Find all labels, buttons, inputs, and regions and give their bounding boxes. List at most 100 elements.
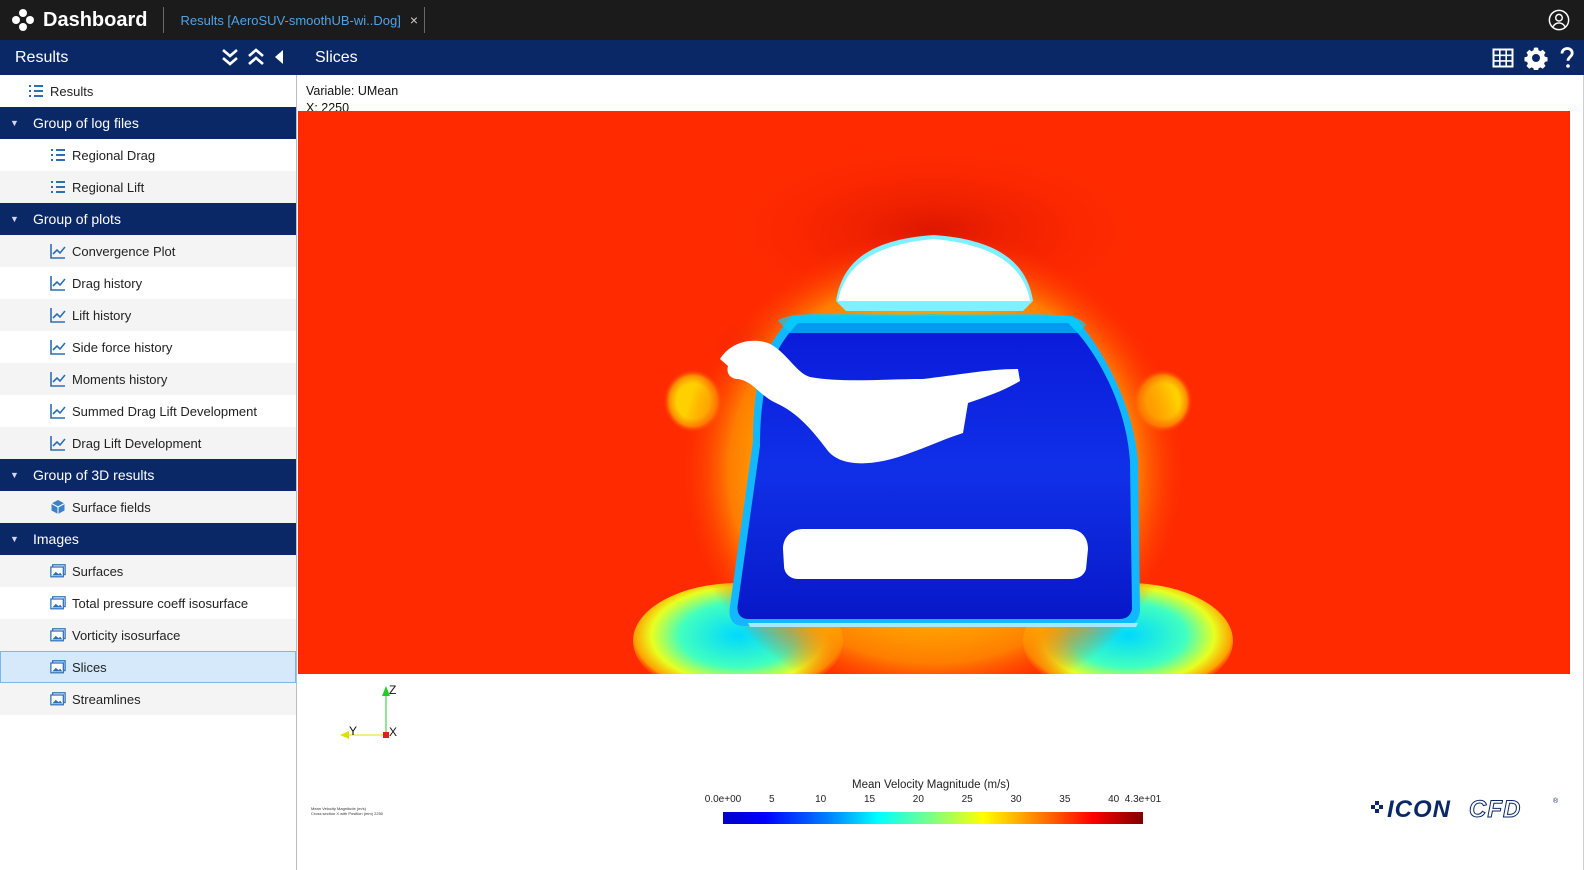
legend-tick-label: 35 xyxy=(1059,794,1071,805)
caret-down-icon[interactable]: ▼ xyxy=(10,118,33,128)
tree-item-total-pressure[interactable]: Total pressure coeff isosurface xyxy=(0,587,296,619)
triangle-left-icon[interactable] xyxy=(273,47,285,67)
results-tab[interactable]: Results [AeroSUV-smoothUB-wi..Dog] × xyxy=(172,0,424,40)
legend-tick-label: 10 xyxy=(815,794,827,805)
tree-item-label: Lift history xyxy=(72,307,132,323)
tree-item-label: Moments history xyxy=(72,371,168,387)
caption-line: Cross section X with Position (mm) 2250 xyxy=(311,811,384,816)
divider xyxy=(424,7,426,33)
tree-item-regional-drag[interactable]: Regional Drag xyxy=(0,139,296,171)
cube-icon xyxy=(51,500,65,514)
legend-tick-label: 0.0e+00 xyxy=(704,794,742,805)
tree-item-label: Streamlines xyxy=(72,691,141,707)
image-icon xyxy=(50,628,66,642)
velocity-slice-image xyxy=(298,111,1570,674)
tree-item-moments-history[interactable]: Moments history xyxy=(0,363,296,395)
dashboard-nodes-icon xyxy=(12,9,34,31)
logo-text-cfd: CFD xyxy=(1469,796,1521,821)
orientation-axes: Z Y X xyxy=(340,683,397,739)
image-icon xyxy=(50,596,66,610)
navbar: Results Slices xyxy=(0,40,1584,75)
tree-item-label: Drag Lift Development xyxy=(72,435,202,451)
group-label: Group of plots xyxy=(33,211,121,227)
line-chart-icon xyxy=(50,372,66,387)
group-label: Images xyxy=(33,531,79,547)
tree-item-slices[interactable]: Slices xyxy=(0,651,296,683)
tree-item-label: Convergence Plot xyxy=(72,243,176,259)
caret-down-icon[interactable]: ▼ xyxy=(10,470,33,480)
tree-item-drag-history[interactable]: Drag history xyxy=(0,267,296,299)
image-viewer[interactable]: Variable: UMean X: 2250 Z Y X Mean Veloc… xyxy=(298,75,1584,870)
tree-item-lift-history[interactable]: Lift history xyxy=(0,299,296,331)
tree-item-vorticity[interactable]: Vorticity isosurface xyxy=(0,619,296,651)
tree-item-side-force-history[interactable]: Side force history xyxy=(0,331,296,363)
list-icon xyxy=(29,85,43,97)
view-title: Slices xyxy=(315,49,358,66)
image-icon xyxy=(50,692,66,706)
y-axis-arrow xyxy=(340,731,349,739)
tree-item-label: Slices xyxy=(72,659,107,675)
tree-item-label: Regional Drag xyxy=(72,147,156,163)
tree-item-surface-fields[interactable]: Surface fields xyxy=(0,491,296,523)
legend-tick-label: 25 xyxy=(961,794,973,805)
app-title: Dashboard xyxy=(43,8,148,31)
image-icon xyxy=(50,660,66,674)
group-images[interactable]: ▼ Images xyxy=(0,523,296,555)
legend-title: Mean Velocity Magnitude (m/s) xyxy=(852,779,1010,791)
group-log-files[interactable]: ▼ Group of log files xyxy=(0,107,296,139)
caret-down-icon[interactable]: ▼ xyxy=(10,214,33,224)
tree-item-label: Total pressure coeff isosurface xyxy=(72,595,249,611)
legend-tick-label: 15 xyxy=(863,794,876,805)
group-label: Group of log files xyxy=(33,115,139,131)
tree-item-regional-lift[interactable]: Regional Lift xyxy=(0,171,296,203)
list-icon xyxy=(51,149,65,161)
tree-item-streamlines[interactable]: Streamlines xyxy=(0,683,296,715)
tree-item-drag-lift-development[interactable]: Drag Lift Development xyxy=(0,427,296,459)
line-chart-icon xyxy=(50,244,66,259)
tree-item-label: Side force history xyxy=(72,339,173,355)
line-chart-icon xyxy=(50,340,66,355)
legend-tick-label: 5 xyxy=(769,794,775,805)
brand[interactable]: Dashboard xyxy=(0,0,155,40)
sidebar-title: Results xyxy=(15,49,69,66)
line-chart-icon xyxy=(50,404,66,419)
y-axis-label: Y xyxy=(349,724,357,738)
line-chart-icon xyxy=(50,436,66,451)
user-circle-icon[interactable] xyxy=(1548,9,1570,31)
legend-tick-label: 40 xyxy=(1108,794,1120,805)
image-caption: Mean Velocity Magnitude (m/s) Cross sect… xyxy=(311,806,383,816)
image-icon xyxy=(50,564,66,578)
sidebar-tools xyxy=(221,47,285,67)
z-axis-label: Z xyxy=(389,683,396,697)
group-label: Group of 3D results xyxy=(33,467,155,483)
tab-label[interactable]: Results [AeroSUV-smoothUB-wi..Dog] xyxy=(180,13,400,28)
tree-item-label: Drag history xyxy=(72,275,143,291)
group-3d-results[interactable]: ▼ Group of 3D results xyxy=(0,459,296,491)
double-chevron-up-icon[interactable] xyxy=(247,47,265,67)
gear-icon[interactable] xyxy=(1524,46,1548,70)
logo-registered: ® xyxy=(1553,797,1559,805)
table-grid-icon[interactable] xyxy=(1492,47,1514,69)
close-icon[interactable]: × xyxy=(410,12,418,28)
group-plots[interactable]: ▼ Group of plots xyxy=(0,203,296,235)
tree-item-label: Summed Drag Lift Development xyxy=(72,403,257,419)
legend-ticks: 0.0e+00 5 10 15 20 25 30 35 40 4.3e+01 xyxy=(703,794,1163,808)
tree-item-convergence-plot[interactable]: Convergence Plot xyxy=(0,235,296,267)
top-bar: Dashboard Results [AeroSUV-smoothUB-wi..… xyxy=(0,0,1584,40)
question-icon[interactable] xyxy=(1558,46,1576,70)
divider xyxy=(163,7,165,33)
list-icon xyxy=(51,181,65,193)
tree-item-surfaces[interactable]: Surfaces xyxy=(0,555,296,587)
caret-down-icon[interactable]: ▼ xyxy=(10,534,33,544)
variable-label: Variable: UMean xyxy=(306,84,399,98)
tree-item-label: Surface fields xyxy=(72,499,151,515)
tree-item-summed-drag-lift[interactable]: Summed Drag Lift Development xyxy=(0,395,296,427)
tree-root-label: Results xyxy=(50,83,94,99)
tree-item-label: Surfaces xyxy=(72,563,124,579)
double-chevron-down-icon[interactable] xyxy=(221,47,239,67)
tree-item-label: Vorticity isosurface xyxy=(72,627,181,643)
view-tools xyxy=(1492,46,1576,70)
line-chart-icon xyxy=(50,308,66,323)
iconcfd-logo: ICON CFD ® xyxy=(1371,796,1559,821)
tree-root[interactable]: Results xyxy=(0,75,296,107)
